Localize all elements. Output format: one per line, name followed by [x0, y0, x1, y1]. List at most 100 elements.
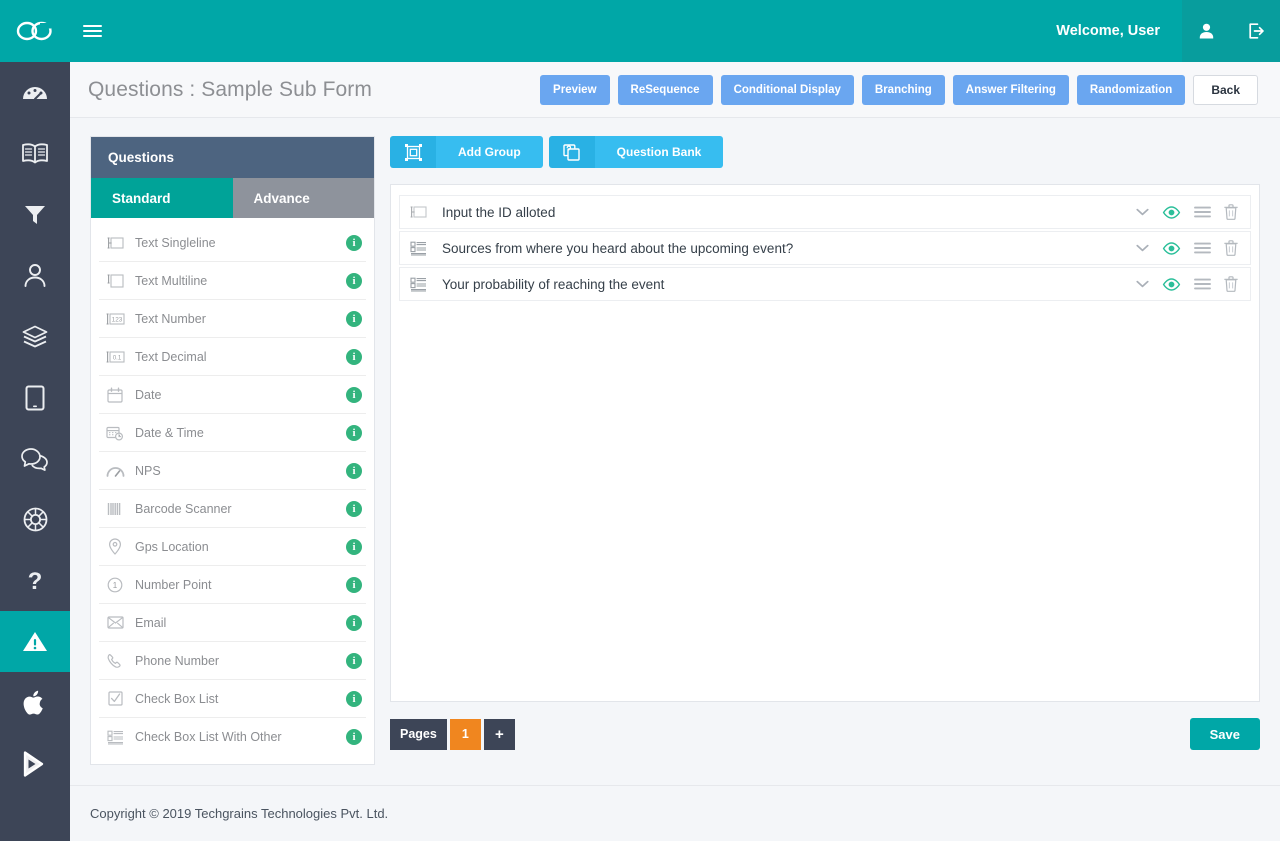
trash-icon[interactable]	[1224, 276, 1238, 292]
checkbox-list-other-icon	[410, 241, 432, 256]
info-icon[interactable]: i	[346, 424, 362, 441]
trash-icon[interactable]	[1224, 204, 1238, 220]
list-handle-icon[interactable]	[1194, 206, 1211, 218]
list-item[interactable]: 123 Text Number i	[99, 300, 366, 338]
map-pin-icon	[102, 538, 128, 555]
hamburger-menu-icon	[82, 22, 102, 40]
question-row[interactable]: Your probability of reaching the event	[399, 267, 1251, 301]
user-icon	[24, 264, 46, 287]
eye-icon[interactable]	[1162, 241, 1181, 255]
gauge-icon	[23, 86, 47, 100]
list-item[interactable]: Check Box List i	[99, 680, 366, 718]
preview-button[interactable]: Preview	[540, 74, 610, 105]
list-item[interactable]: 1 Number Point i	[99, 566, 366, 604]
info-icon[interactable]: i	[346, 614, 362, 631]
tab-standard[interactable]: Standard	[91, 178, 233, 218]
list-item[interactable]: Phone Number i	[99, 642, 366, 680]
envelope-icon	[102, 616, 128, 629]
branching-button[interactable]: Branching	[861, 74, 945, 105]
sidebar-item-help[interactable]: ?	[0, 550, 70, 611]
info-icon[interactable]: i	[346, 538, 362, 555]
sidebar-item-dashboard[interactable]	[0, 62, 70, 123]
sidebar-item-users[interactable]	[0, 245, 70, 306]
resequence-button[interactable]: ReSequence	[617, 74, 713, 105]
tab-advance-label: Advance	[253, 190, 310, 206]
questions-canvas: Input the ID alloted Sources from where …	[390, 184, 1260, 702]
question-row[interactable]: Input the ID alloted	[399, 195, 1251, 229]
info-icon[interactable]: i	[346, 652, 362, 669]
brand-logo[interactable]	[0, 0, 70, 62]
info-icon[interactable]: i	[346, 310, 362, 327]
sidebar-item-devices[interactable]	[0, 367, 70, 428]
list-handle-icon[interactable]	[1194, 278, 1211, 290]
eye-icon[interactable]	[1162, 205, 1181, 219]
info-icon[interactable]: i	[346, 690, 362, 707]
copyright-text: Copyright © 2019 Techgrains Technologies…	[90, 806, 389, 821]
tab-advance[interactable]: Advance	[232, 178, 374, 218]
question-row-actions	[1136, 276, 1242, 292]
question-bank-button[interactable]: Question Bank	[548, 136, 724, 168]
layers-icon	[22, 325, 48, 347]
play-store-icon	[23, 750, 44, 777]
calendar-icon	[102, 387, 128, 403]
chevron-down-icon[interactable]	[1136, 208, 1149, 216]
question-row[interactable]: Sources from where you heard about the u…	[399, 231, 1251, 265]
eye-icon[interactable]	[1162, 277, 1181, 291]
list-item[interactable]: Date & Time i	[99, 414, 366, 452]
info-icon[interactable]: i	[346, 348, 362, 365]
randomization-button[interactable]: Randomization	[1076, 74, 1186, 105]
add-group-label: Add Group	[436, 136, 543, 168]
sidebar-item-support[interactable]	[0, 489, 70, 550]
sidebar-item-library[interactable]	[0, 123, 70, 184]
list-item[interactable]: Gps Location i	[99, 528, 366, 566]
menu-toggle-button[interactable]	[70, 0, 114, 62]
checkbox-list-other-icon	[102, 730, 128, 745]
svg-text:0.1: 0.1	[112, 355, 121, 361]
list-item[interactable]: Text Singleline i	[99, 224, 366, 262]
svg-text:123: 123	[111, 316, 122, 323]
sidebar-item-layers[interactable]	[0, 306, 70, 367]
list-item[interactable]: Text Multiline i	[99, 262, 366, 300]
info-icon[interactable]: i	[346, 234, 362, 251]
question-row-text: Input the ID alloted	[442, 204, 556, 220]
logout-button[interactable]	[1231, 0, 1280, 62]
conditional-display-button[interactable]: Conditional Display	[720, 74, 854, 105]
tablet-icon	[25, 385, 45, 410]
answer-filtering-button[interactable]: Answer Filtering	[952, 74, 1069, 105]
trash-icon[interactable]	[1224, 240, 1238, 256]
tab-standard-label: Standard	[112, 190, 171, 206]
sidebar-item-ios-app[interactable]	[0, 672, 70, 733]
infinity-logo-icon	[16, 21, 52, 41]
sidebar-item-android-app[interactable]	[0, 733, 70, 794]
sidebar-item-messages[interactable]	[0, 428, 70, 489]
list-item[interactable]: Date i	[99, 376, 366, 414]
chevron-down-icon[interactable]	[1136, 244, 1149, 252]
warning-triangle-icon	[23, 631, 47, 651]
question-types-tabs: Standard Advance	[91, 178, 374, 218]
list-item[interactable]: Check Box List With Other i	[99, 718, 366, 756]
info-icon[interactable]: i	[346, 729, 362, 745]
add-page-button[interactable]: +	[483, 718, 515, 750]
list-item[interactable]: Email i	[99, 604, 366, 642]
pages-pagination: Pages 1 +	[390, 718, 515, 750]
top-bar: Welcome, User	[0, 0, 1280, 62]
info-icon[interactable]: i	[346, 500, 362, 517]
info-icon[interactable]: i	[346, 386, 362, 403]
save-button[interactable]: Save	[1189, 718, 1260, 750]
info-icon[interactable]: i	[346, 462, 362, 479]
list-item[interactable]: Barcode Scanner i	[99, 490, 366, 528]
list-item-label: Check Box List With Other	[135, 730, 282, 744]
page-1-button[interactable]: 1	[449, 718, 481, 750]
list-handle-icon[interactable]	[1194, 242, 1211, 254]
chevron-down-icon[interactable]	[1136, 280, 1149, 288]
sidebar-item-alerts[interactable]	[0, 611, 70, 672]
sidebar-item-filters[interactable]	[0, 184, 70, 245]
list-item[interactable]: 0.1 Text Decimal i	[99, 338, 366, 376]
user-account-button[interactable]	[1182, 0, 1231, 62]
back-button[interactable]: Back	[1193, 74, 1258, 105]
info-icon[interactable]: i	[346, 576, 362, 593]
info-icon[interactable]: i	[346, 272, 362, 289]
add-group-button[interactable]: Add Group	[390, 136, 543, 168]
list-item-label: Text Multiline	[135, 273, 208, 288]
list-item[interactable]: NPS i	[99, 452, 366, 490]
